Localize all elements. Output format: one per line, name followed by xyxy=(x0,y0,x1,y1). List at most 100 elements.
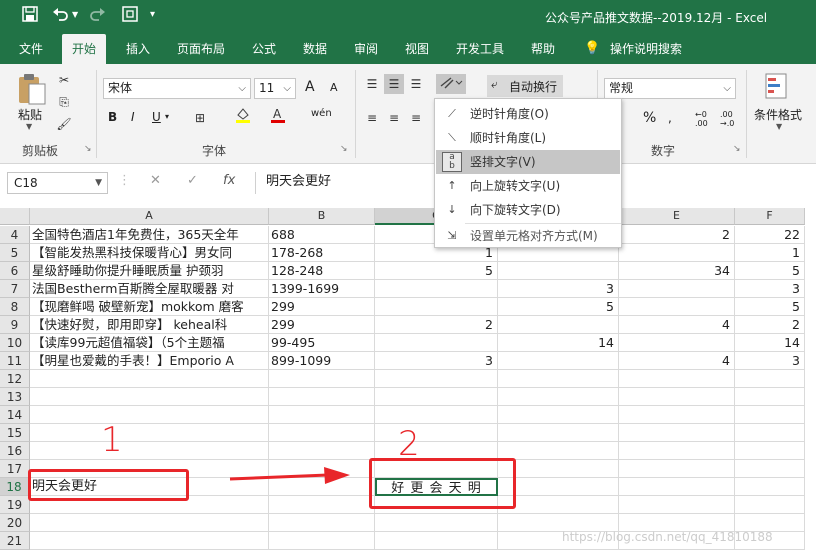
cell-a5[interactable]: 【智能发热黑科技保暖背心】男女同 xyxy=(30,244,269,262)
save-icon[interactable] xyxy=(22,6,38,26)
cell-d6[interactable] xyxy=(498,262,619,280)
menu-item-counterclockwise[interactable]: ⟋ 逆时针角度(O) xyxy=(436,102,620,126)
row-header[interactable]: 9 xyxy=(0,316,30,334)
cell-f5[interactable]: 1 xyxy=(735,244,805,262)
cell-b19[interactable] xyxy=(269,496,375,514)
row-header[interactable]: 19 xyxy=(0,496,30,514)
cell-b9[interactable]: 299 xyxy=(269,316,375,334)
number-launcher-icon[interactable]: ↘ xyxy=(733,144,741,154)
cell-f16[interactable] xyxy=(735,442,805,460)
cell-e15[interactable] xyxy=(619,424,735,442)
row-header[interactable]: 21 xyxy=(0,532,30,550)
cell-c14[interactable] xyxy=(375,406,498,424)
row-header[interactable]: 15 xyxy=(0,424,30,442)
row-header[interactable]: 18 xyxy=(0,478,30,496)
cell-a20[interactable] xyxy=(30,514,269,532)
bold-button[interactable]: B xyxy=(108,110,117,124)
cell-a4[interactable]: 全国特色酒店1年免费住，365天全年 xyxy=(30,226,269,244)
cell-a13[interactable] xyxy=(30,388,269,406)
cell-f11[interactable]: 3 xyxy=(735,352,805,370)
row-header[interactable]: 10 xyxy=(0,334,30,352)
tab-file[interactable]: 文件 xyxy=(19,34,43,64)
font-size-select[interactable]: 11 ⌵ xyxy=(254,78,296,99)
cell-a21[interactable] xyxy=(30,532,269,550)
cell-b20[interactable] xyxy=(269,514,375,532)
cell-b14[interactable] xyxy=(269,406,375,424)
cell-f8[interactable]: 5 xyxy=(735,298,805,316)
format-painter-icon[interactable]: 🖌 xyxy=(54,114,74,134)
underline-button[interactable]: U xyxy=(152,110,161,124)
conditional-format-icon[interactable] xyxy=(764,72,792,103)
column-header-e[interactable]: E xyxy=(619,208,735,225)
tab-help[interactable]: 帮助 xyxy=(531,34,555,64)
enter-icon[interactable]: ✓ xyxy=(187,173,198,188)
tab-insert[interactable]: 插入 xyxy=(126,34,150,64)
align-middle-icon[interactable]: ☰ xyxy=(384,74,404,94)
row-header[interactable]: 4 xyxy=(0,226,30,244)
cell-c21[interactable] xyxy=(375,532,498,550)
tab-view[interactable]: 视图 xyxy=(405,34,429,64)
shrink-font-button[interactable]: A xyxy=(330,81,338,94)
tab-page-layout[interactable]: 页面布局 xyxy=(177,34,225,64)
phonetic-guide-button[interactable]: wén xyxy=(311,108,332,119)
camera-icon[interactable] xyxy=(122,6,138,26)
cell-f19[interactable] xyxy=(735,496,805,514)
conditional-format-button[interactable]: 条件格式 xyxy=(754,106,802,123)
column-header-f[interactable]: F xyxy=(735,208,805,225)
tab-data[interactable]: 数据 xyxy=(303,34,327,64)
cancel-icon[interactable]: ✕ xyxy=(150,173,161,188)
cell-e18[interactable] xyxy=(619,478,735,496)
align-right-icon[interactable]: ≡ xyxy=(406,108,426,128)
cell-c6[interactable]: 5 xyxy=(375,262,498,280)
row-header[interactable]: 20 xyxy=(0,514,30,532)
font-name-select[interactable]: 宋体 ⌵ xyxy=(103,78,251,99)
cell-d11[interactable] xyxy=(498,352,619,370)
cell-d8[interactable]: 5 xyxy=(498,298,619,316)
cell-a10[interactable]: 【读库99元超值福袋】（5个主题福 xyxy=(30,334,269,352)
cell-b13[interactable] xyxy=(269,388,375,406)
cell-f4[interactable]: 22 xyxy=(735,226,805,244)
cell-b5[interactable]: 178-268 xyxy=(269,244,375,262)
italic-button[interactable]: I xyxy=(131,110,135,124)
row-header[interactable]: 5 xyxy=(0,244,30,262)
tell-me-search[interactable]: 操作说明搜索 xyxy=(610,34,682,64)
cell-e4[interactable]: 2 xyxy=(619,226,735,244)
cell-f15[interactable] xyxy=(735,424,805,442)
cell-a8[interactable]: 【现磨鲜喝 破壁新宠】mokkom 磨客 xyxy=(30,298,269,316)
cell-e14[interactable] xyxy=(619,406,735,424)
underline-dropdown-icon[interactable]: ▾ xyxy=(165,112,169,121)
cell-c15[interactable] xyxy=(375,424,498,442)
cell-e8[interactable] xyxy=(619,298,735,316)
cell-a9[interactable]: 【快速好熨，即用即穿】 keheal科 xyxy=(30,316,269,334)
cell-b15[interactable] xyxy=(269,424,375,442)
column-header-a[interactable]: A xyxy=(30,208,269,225)
cell-f6[interactable]: 5 xyxy=(735,262,805,280)
paste-button[interactable]: 粘贴 xyxy=(18,106,42,123)
row-header[interactable]: 6 xyxy=(0,262,30,280)
select-all-corner[interactable] xyxy=(0,208,30,225)
cell-d19[interactable] xyxy=(498,496,619,514)
cut-icon[interactable]: ✂ xyxy=(54,70,74,90)
tab-home[interactable]: 开始 xyxy=(62,34,106,64)
align-center-icon[interactable]: ≡ xyxy=(384,108,404,128)
undo-icon[interactable] xyxy=(52,6,70,26)
cell-b11[interactable]: 899-1099 xyxy=(269,352,375,370)
cell-d16[interactable] xyxy=(498,442,619,460)
cell-c9[interactable]: 2 xyxy=(375,316,498,334)
cell-c12[interactable] xyxy=(375,370,498,388)
cell-b8[interactable]: 299 xyxy=(269,298,375,316)
cell-f12[interactable] xyxy=(735,370,805,388)
cell-c7[interactable] xyxy=(375,280,498,298)
cell-f9[interactable]: 2 xyxy=(735,316,805,334)
cell-a6[interactable]: 星级舒睡助你提升睡眠质量 护颈羽 xyxy=(30,262,269,280)
cell-d18[interactable] xyxy=(498,478,619,496)
cell-d12[interactable] xyxy=(498,370,619,388)
cell-e7[interactable] xyxy=(619,280,735,298)
cell-b10[interactable]: 99-495 xyxy=(269,334,375,352)
menu-item-rotate-up[interactable]: ↑ 向上旋转文字(U) xyxy=(436,174,620,198)
cell-b21[interactable] xyxy=(269,532,375,550)
row-header[interactable]: 17 xyxy=(0,460,30,478)
cell-d9[interactable] xyxy=(498,316,619,334)
cell-e16[interactable] xyxy=(619,442,735,460)
tab-developer[interactable]: 开发工具 xyxy=(456,34,504,64)
